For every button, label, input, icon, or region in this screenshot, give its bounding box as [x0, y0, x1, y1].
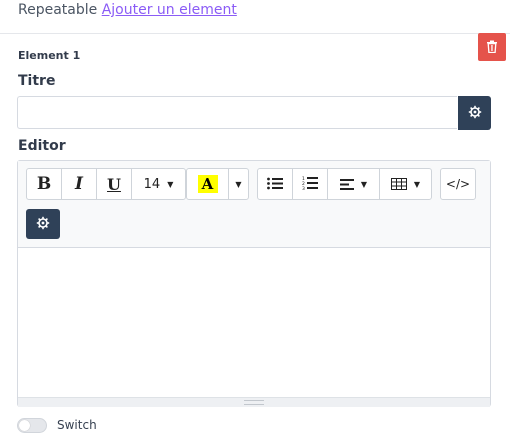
divider [0, 33, 510, 34]
code-view-group: </> [440, 168, 476, 200]
text-color-dropdown[interactable]: ▼ [229, 169, 248, 199]
gear-icon [36, 215, 50, 234]
text-style-group: B I U 14 ▼ [26, 168, 186, 200]
editor-resize-handle[interactable] [18, 397, 490, 407]
font-size-value: 14 [143, 176, 161, 192]
code-icon: </> [445, 177, 471, 191]
align-dropdown[interactable]: ▼ [328, 169, 380, 199]
titre-label: Titre [18, 73, 56, 89]
text-color-button[interactable]: A [187, 169, 229, 199]
paragraph-group: 1 2 3 ▼ ▼ [257, 168, 432, 200]
text-color-group: A ▼ [186, 168, 249, 200]
caret-down-icon: ▼ [360, 179, 368, 189]
svg-text:3: 3 [302, 186, 305, 190]
delete-element-button[interactable] [478, 33, 506, 61]
caret-down-icon: ▼ [235, 179, 242, 189]
add-element-link[interactable]: Ajouter un element [102, 2, 237, 18]
italic-button[interactable]: I [62, 169, 97, 199]
text-color-icon: A [197, 175, 218, 193]
caret-down-icon: ▼ [413, 179, 421, 189]
table-dropdown[interactable]: ▼ [380, 169, 431, 199]
resize-grip-icon [244, 400, 264, 405]
unordered-list-button[interactable] [258, 169, 293, 199]
editor-content-area[interactable] [18, 248, 490, 396]
font-size-dropdown[interactable]: 14 ▼ [132, 169, 185, 199]
numbered-list-icon: 1 2 3 [302, 175, 318, 194]
editor-label: Editor [18, 138, 66, 154]
bold-button[interactable]: B [27, 169, 62, 199]
switch-toggle[interactable] [17, 418, 47, 433]
switch-knob [19, 420, 30, 431]
caret-down-icon: ▼ [167, 179, 174, 189]
ordered-list-button[interactable]: 1 2 3 [293, 169, 328, 199]
code-view-button[interactable]: </> [441, 169, 475, 199]
trash-icon [486, 38, 498, 57]
gear-icon [468, 104, 482, 123]
editor-extra-button[interactable] [26, 209, 60, 239]
repeatable-label: Repeatable [18, 2, 98, 18]
table-icon [390, 175, 407, 194]
element-title: Element 1 [18, 49, 81, 62]
bullet-list-icon [267, 175, 283, 194]
align-left-icon [339, 175, 354, 194]
titre-input[interactable] [17, 96, 457, 129]
repeatable-header: Repeatable Ajouter un element [18, 2, 237, 18]
switch-label: Switch [57, 418, 97, 432]
titre-action-button[interactable] [458, 96, 491, 130]
underline-button[interactable]: U [97, 169, 132, 199]
